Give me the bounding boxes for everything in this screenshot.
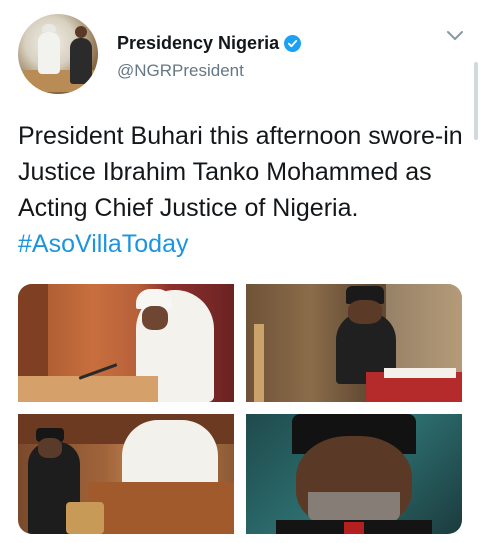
hashtag-link[interactable]: #AsoVillaToday: [18, 230, 188, 258]
account-handle[interactable]: @NGRPresident: [117, 61, 244, 81]
scrollbar[interactable]: [474, 62, 478, 140]
verified-badge-icon: [284, 35, 302, 52]
photo-4[interactable]: [246, 414, 462, 534]
avatar-figure-left: [38, 24, 60, 74]
tweet-body: President Buhari this afternoon swore-in…: [18, 122, 463, 222]
photo-3[interactable]: [18, 414, 234, 534]
avatar[interactable]: [18, 14, 98, 94]
tweet-text: President Buhari this afternoon swore-in…: [18, 118, 463, 262]
photo-2[interactable]: [246, 284, 462, 402]
photo-1[interactable]: [18, 284, 234, 402]
display-name[interactable]: Presidency Nigeria: [117, 33, 279, 54]
chevron-down-icon[interactable]: [446, 30, 464, 42]
display-name-row[interactable]: Presidency Nigeria: [117, 33, 302, 54]
avatar-figure-right: [70, 26, 92, 84]
media-grid: [18, 284, 462, 534]
